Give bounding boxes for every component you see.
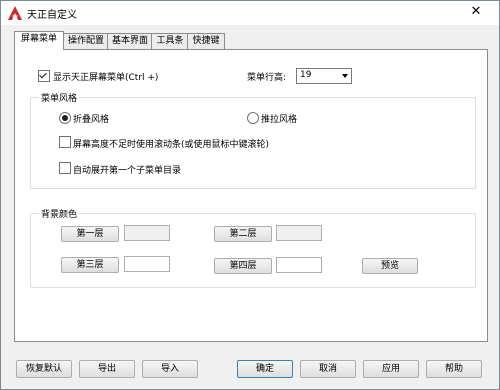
help-button[interactable]: 帮助 (426, 360, 482, 378)
level3-color-swatch[interactable] (124, 256, 170, 272)
tab-screen-menu[interactable]: 屏幕菜单 (14, 31, 64, 50)
level4-color-swatch[interactable] (276, 257, 322, 273)
menu-row-height-value: 19 (300, 70, 312, 80)
pull-style-label: 推拉风格 (261, 115, 298, 125)
ok-button[interactable]: 确定 (237, 360, 293, 378)
preview-button[interactable]: 预览 (362, 258, 418, 274)
auto-expand-label: 自动展开第一个子菜单目录 (73, 166, 182, 176)
scroll-label: 屏幕高度不足时使用滚动条(或使用鼠标中键滚轮) (73, 140, 270, 150)
chevron-down-icon (342, 74, 348, 78)
import-button[interactable]: 导入 (142, 360, 198, 378)
scroll-checkbox[interactable] (59, 136, 71, 148)
level2-color-button[interactable]: 第二层 (214, 226, 272, 242)
bg-color-group-title: 背景颜色 (39, 207, 80, 220)
tab-basic-interface[interactable]: 基本界面 (107, 33, 153, 49)
apply-button[interactable]: 应用 (363, 360, 419, 378)
level4-color-button[interactable]: 第四层 (214, 258, 272, 274)
show-menu-checkbox[interactable] (38, 70, 50, 82)
show-menu-label: 显示天正屏幕菜单(Ctrl +) (53, 73, 159, 83)
auto-expand-checkbox[interactable] (59, 162, 71, 174)
fold-style-radio[interactable] (59, 112, 71, 124)
menu-row-height-label: 菜单行高: (247, 73, 287, 83)
restore-defaults-button[interactable]: 恢复默认 (16, 360, 72, 378)
window-title: 天正自定义 (27, 10, 77, 21)
pull-style-radio[interactable] (247, 112, 259, 124)
dialog-window: 天正自定义 ✕ 屏幕菜单 操作配置 基本界面 工具条 快捷键 显示天正屏幕菜单(… (0, 0, 500, 390)
bg-color-group (30, 213, 476, 288)
level3-color-button[interactable]: 第三层 (61, 257, 119, 273)
level1-color-swatch[interactable] (124, 225, 170, 241)
tab-shortcut-keys[interactable]: 快捷键 (187, 33, 225, 49)
cancel-button[interactable]: 取消 (300, 360, 356, 378)
tab-toolbar[interactable]: 工具条 (151, 33, 189, 49)
menu-style-group-title: 菜单风格 (39, 91, 80, 104)
tab-operation-config[interactable]: 操作配置 (63, 33, 109, 49)
tab-panel: 显示天正屏幕菜单(Ctrl +) 菜单行高: 19 菜单风格 折叠风格 推拉风格… (14, 49, 488, 342)
title-bar[interactable]: 天正自定义 ✕ (1, 1, 499, 25)
close-button[interactable]: ✕ (461, 2, 491, 22)
fold-style-label: 折叠风格 (73, 115, 110, 125)
export-button[interactable]: 导出 (79, 360, 135, 378)
level2-color-swatch[interactable] (276, 225, 322, 241)
level1-color-button[interactable]: 第一层 (61, 226, 119, 242)
menu-row-height-select[interactable]: 19 (296, 68, 352, 84)
app-logo-icon (8, 6, 22, 20)
